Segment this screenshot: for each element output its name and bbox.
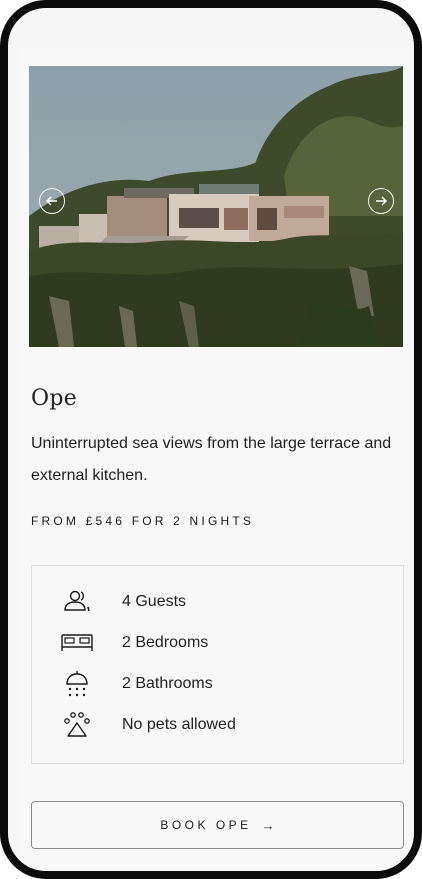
- property-description: Uninterrupted sea views from the large t…: [31, 435, 392, 484]
- arrow-right-icon: →: [261, 817, 275, 833]
- bed-icon: [60, 628, 94, 658]
- paw-icon: [60, 710, 94, 740]
- phone-frame: Ope Uninterrupted sea views from the lar…: [0, 0, 422, 879]
- feature-bedrooms: 2 Bedrooms: [32, 628, 403, 658]
- gallery-next-button[interactable]: [368, 188, 394, 214]
- house-on-cliff-image: [29, 66, 403, 347]
- feature-guests: 4 Guests: [32, 587, 403, 617]
- feature-label: 4 Guests: [122, 593, 187, 610]
- book-button-label: BOOK OPE: [160, 818, 252, 832]
- feature-label: 2 Bathrooms: [122, 675, 213, 692]
- feature-pets: No pets allowed: [32, 710, 403, 740]
- features-box: 4 Guests 2 Bedrooms 2 Bathrooms No pets …: [31, 565, 404, 764]
- property-photo: [29, 66, 403, 347]
- property-card: Ope Uninterrupted sea views from the lar…: [18, 48, 412, 868]
- feature-bathrooms: 2 Bathrooms: [32, 669, 403, 699]
- property-title: Ope: [31, 386, 78, 411]
- arrow-right-icon: [376, 196, 388, 206]
- price-text: FROM £546 FOR 2 NIGHTS: [31, 514, 255, 528]
- shower-icon: [60, 669, 94, 699]
- book-button[interactable]: BOOK OPE →: [31, 801, 404, 849]
- feature-label: 2 Bedrooms: [122, 634, 209, 651]
- arrow-left-icon: [45, 196, 57, 206]
- gallery-prev-button[interactable]: [39, 188, 65, 214]
- feature-label: No pets allowed: [122, 716, 236, 733]
- guests-icon: [60, 587, 94, 617]
